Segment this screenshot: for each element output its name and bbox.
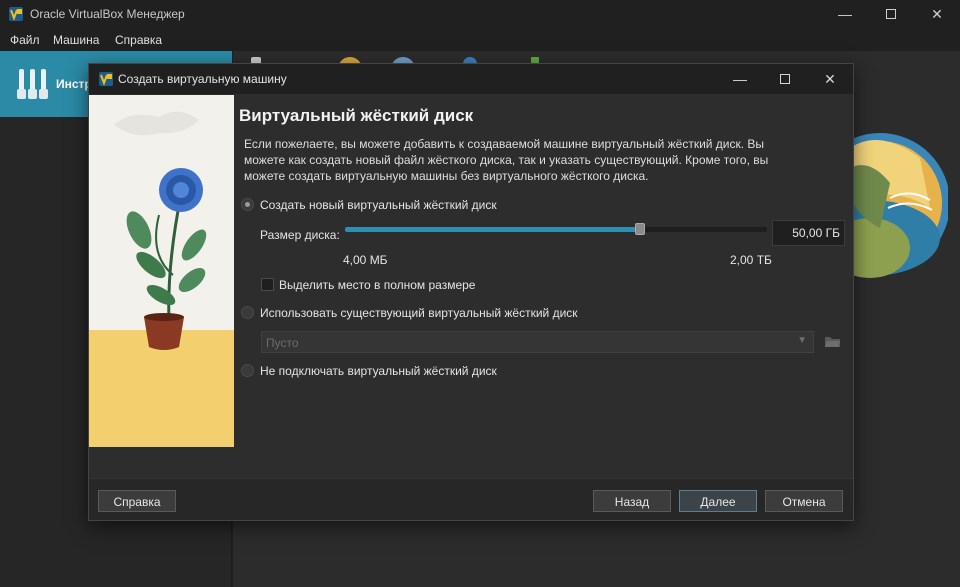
main-titlebar: Oracle VirtualBox Менеджер — ✕ bbox=[0, 0, 960, 28]
app-title: Oracle VirtualBox Менеджер bbox=[30, 7, 185, 21]
slider-min-label: 4,00 МБ bbox=[343, 253, 388, 267]
menu-help[interactable]: Справка bbox=[115, 33, 162, 47]
disk-size-slider[interactable] bbox=[345, 223, 767, 235]
dialog-titlebar: Создать виртуальную машину — ✕ bbox=[89, 64, 853, 94]
page-description: Если пожелаете, вы можете добавить к соз… bbox=[244, 137, 769, 183]
disk-size-input[interactable]: 50,00 ГБ bbox=[772, 220, 845, 246]
select-value: Пусто bbox=[266, 336, 299, 350]
close-icon: ✕ bbox=[824, 70, 836, 87]
page-heading: Виртуальный жёсткий диск bbox=[239, 106, 474, 125]
cancel-button[interactable]: Отмена bbox=[765, 490, 843, 512]
dialog-footer: Справка Назад Далее Отмена bbox=[89, 478, 853, 520]
menubar: Файл Машина Справка bbox=[0, 30, 960, 50]
virtualbox-logo-icon bbox=[9, 7, 23, 21]
radio-use-existing-disk[interactable] bbox=[241, 306, 254, 319]
preallocate-label[interactable]: Выделить место в полном размере bbox=[279, 278, 475, 292]
minimize-button[interactable]: — bbox=[822, 0, 868, 28]
radio-create-new-disk[interactable] bbox=[241, 198, 254, 211]
option-none-label[interactable]: Не подключать виртуальный жёсткий диск bbox=[260, 364, 497, 378]
maximize-button[interactable] bbox=[868, 0, 914, 28]
wizard-illustration-flower bbox=[89, 95, 234, 447]
next-button[interactable]: Далее bbox=[679, 490, 757, 512]
minimize-icon: — bbox=[733, 71, 747, 87]
chevron-down-icon: ▼ bbox=[797, 335, 807, 346]
menu-file[interactable]: Файл bbox=[10, 33, 40, 47]
disk-size-label: Размер диска: bbox=[260, 228, 340, 242]
option-existing-label[interactable]: Использовать существующий виртуальный жё… bbox=[260, 306, 578, 320]
dialog-maximize-button[interactable] bbox=[762, 64, 808, 94]
close-icon: ✕ bbox=[931, 5, 943, 22]
maximize-icon bbox=[780, 74, 790, 84]
sidebar-item-label: Инстр bbox=[56, 77, 92, 91]
slider-fill bbox=[345, 227, 641, 232]
dialog-close-button[interactable]: ✕ bbox=[807, 64, 853, 94]
menu-machine[interactable]: Машина bbox=[53, 33, 99, 47]
slider-max-label: 2,00 ТБ bbox=[730, 253, 772, 267]
option-create-label[interactable]: Создать новый виртуальный жёсткий диск bbox=[260, 198, 497, 212]
preallocate-checkbox[interactable] bbox=[261, 278, 274, 291]
help-button[interactable]: Справка bbox=[98, 490, 176, 512]
tools-icon bbox=[17, 69, 48, 99]
folder-browse-icon[interactable] bbox=[824, 332, 841, 350]
existing-disk-select[interactable]: Пусто ▼ bbox=[261, 331, 814, 353]
dialog-title: Создать виртуальную машину bbox=[118, 72, 287, 86]
minimize-icon: — bbox=[838, 6, 852, 22]
create-vm-dialog: Создать виртуальную машину — ✕ Виртуальн… bbox=[88, 63, 854, 521]
maximize-icon bbox=[886, 9, 896, 19]
radio-no-disk[interactable] bbox=[241, 364, 254, 377]
close-button[interactable]: ✕ bbox=[914, 0, 960, 28]
virtualbox-logo-icon bbox=[99, 72, 113, 86]
back-button[interactable]: Назад bbox=[593, 490, 671, 512]
dialog-minimize-button[interactable]: — bbox=[717, 64, 763, 94]
slider-handle[interactable] bbox=[635, 223, 646, 235]
